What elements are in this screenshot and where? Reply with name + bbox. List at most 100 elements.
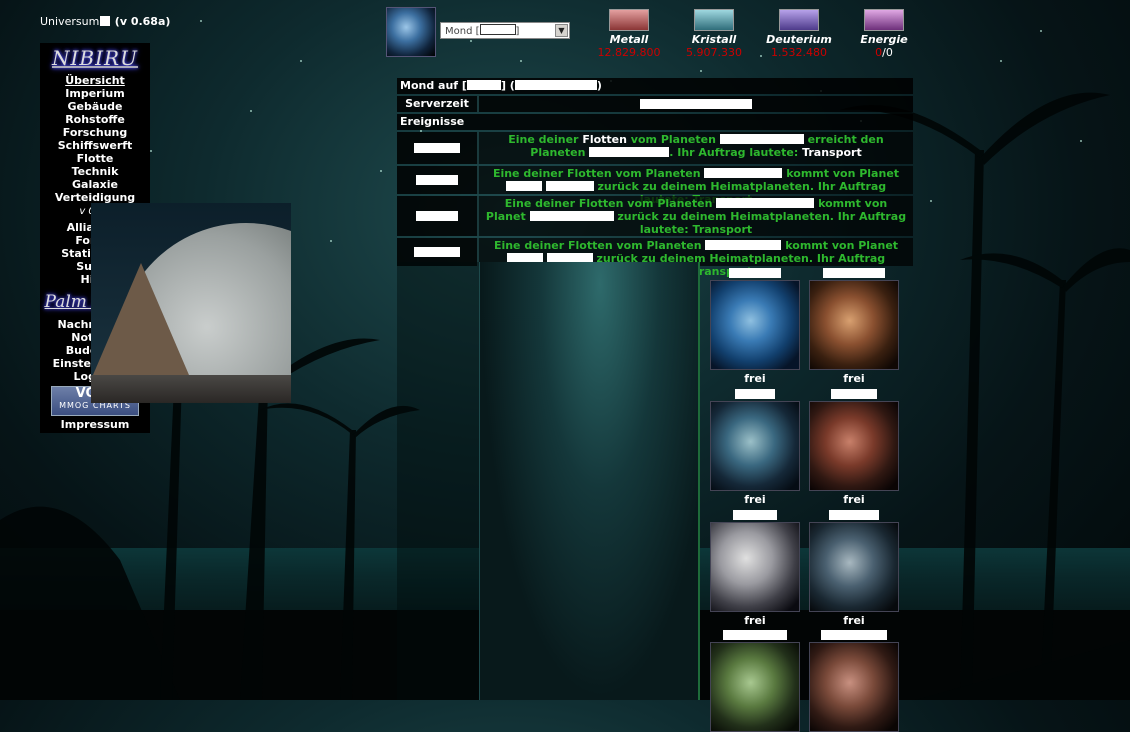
- redacted-box: [479, 24, 516, 35]
- menu-item-forschung[interactable]: Forschung: [40, 126, 150, 139]
- planet-image[interactable]: [809, 401, 899, 491]
- redacted-box: [729, 268, 781, 278]
- star: [930, 200, 932, 202]
- server-time-row: Serverzeit: [397, 96, 913, 112]
- event-row: Eine deiner Flotten vom Planeten erreich…: [397, 132, 913, 164]
- planet-slot[interactable]: frei: [705, 268, 805, 385]
- resource-value: 5.907.330: [686, 46, 742, 59]
- redacted-box: [735, 389, 775, 399]
- redacted-box: [416, 211, 458, 221]
- moon-surface: [91, 375, 291, 403]
- resource-deuterium: Deuterium 1.532.480: [754, 9, 844, 59]
- planet-slot[interactable]: frei: [705, 510, 805, 627]
- resource-name: Kristall: [691, 33, 737, 46]
- planet-slot[interactable]: [804, 630, 904, 732]
- planet-thumbnail[interactable]: [386, 7, 436, 57]
- star: [1080, 140, 1082, 142]
- crystal-icon: [694, 9, 734, 31]
- menu-item-flotte[interactable]: Flotte: [40, 152, 150, 165]
- menu-item-impressum[interactable]: Impressum: [40, 418, 150, 431]
- event-message: Eine deiner Flotten vom Planeten erreich…: [479, 132, 913, 164]
- planet-image[interactable]: [710, 642, 800, 732]
- redacted-box: [719, 134, 804, 144]
- planet-image[interactable]: [809, 642, 899, 732]
- slot-status: frei: [843, 614, 865, 627]
- menu-item-galaxie[interactable]: Galaxie: [40, 178, 150, 191]
- redacted-box: [723, 630, 787, 640]
- redacted-box: [829, 510, 879, 520]
- menu-item-übersicht[interactable]: Übersicht: [40, 74, 150, 87]
- star: [380, 170, 382, 172]
- version-label: (v 0.68a): [114, 15, 171, 28]
- events-header: Ereignisse: [397, 114, 913, 130]
- slot-status: frei: [744, 493, 766, 506]
- resource-name: Energie: [860, 33, 908, 46]
- planet-slot[interactable]: [705, 630, 805, 732]
- event-row: Eine deiner Flotten vom Planeten kommt v…: [397, 196, 913, 236]
- redacted-box: [831, 389, 877, 399]
- planet-slot[interactable]: frei: [705, 389, 805, 506]
- planet-slot[interactable]: frei: [804, 389, 904, 506]
- event-message: Eine deiner Flotten vom Planeten kommt v…: [479, 196, 913, 236]
- redacted-box: [466, 80, 501, 90]
- planet-slot[interactable]: frei: [804, 510, 904, 627]
- slot-status: frei: [843, 372, 865, 385]
- redacted-box: [529, 211, 614, 221]
- universe-info: Universum (v 0.68a): [40, 15, 170, 28]
- event-row: Eine deiner Flotten vom Planeten kommt v…: [397, 166, 913, 206]
- deuterium-icon: [779, 9, 819, 31]
- redacted-box: [505, 181, 542, 191]
- planet-slot[interactable]: frei: [804, 268, 904, 385]
- chevron-down-icon[interactable]: ▼: [555, 24, 568, 37]
- planet-image[interactable]: [710, 522, 800, 612]
- planet-image[interactable]: [809, 522, 899, 612]
- page-title: Mond auf [] (): [397, 78, 913, 94]
- game-logo[interactable]: NIBIRU: [40, 46, 150, 70]
- event-time: [397, 166, 479, 194]
- star: [330, 240, 332, 242]
- redacted-box: [704, 168, 783, 178]
- event-time: [397, 132, 479, 164]
- planet-image[interactable]: [710, 280, 800, 370]
- redacted-box: [705, 240, 782, 250]
- energy-icon: [864, 9, 904, 31]
- redacted-box: [414, 247, 460, 257]
- universe-label: Universum: [40, 15, 100, 28]
- menu-group-main: Übersicht Imperium Gebäude Rohstoffe Forschu…: [40, 74, 150, 204]
- redacted-box: [589, 147, 670, 157]
- planet-select-value: Mond [: [445, 26, 480, 37]
- resource-energy: Energie 0/0: [839, 9, 929, 59]
- menu-item-gebäude[interactable]: Gebäude: [40, 100, 150, 113]
- overview-center-panel: [480, 262, 700, 700]
- server-time-label: Serverzeit: [397, 96, 479, 112]
- overview-left-column: [397, 262, 480, 700]
- menu-item-schiffswerft[interactable]: Schiffswerft: [40, 139, 150, 152]
- star: [150, 150, 152, 152]
- metal-icon: [609, 9, 649, 31]
- redacted-box: [821, 630, 887, 640]
- planet-select[interactable]: Mond [] ▼: [440, 22, 570, 39]
- redacted-box: [640, 99, 752, 109]
- menu-item-imperium[interactable]: Imperium: [40, 87, 150, 100]
- resource-value: 1.532.480: [771, 46, 827, 59]
- menu-item-rohstoffe[interactable]: Rohstoffe: [40, 113, 150, 126]
- menu-item-technik[interactable]: Technik: [40, 165, 150, 178]
- main-content: Mond auf [] () Serverzeit Ereignisse Ein…: [397, 78, 913, 278]
- redacted-box: [716, 198, 815, 208]
- resource-metal: Metall 12.829.800: [584, 9, 674, 59]
- slot-status: frei: [744, 614, 766, 627]
- slot-status: frei: [744, 372, 766, 385]
- planet-image[interactable]: [710, 401, 800, 491]
- redacted-box: [823, 268, 885, 278]
- redacted-box: [414, 143, 460, 153]
- redacted-box: [733, 510, 777, 520]
- slot-status: frei: [843, 493, 865, 506]
- resource-name: Metall: [609, 33, 649, 46]
- planet-image[interactable]: [809, 280, 899, 370]
- event-message: Eine deiner Flotten vom Planeten kommt v…: [479, 166, 913, 206]
- star: [250, 110, 252, 112]
- redacted-box: [100, 16, 111, 26]
- resource-name: Deuterium: [766, 33, 832, 46]
- star: [700, 70, 702, 72]
- moon-image[interactable]: [91, 203, 291, 403]
